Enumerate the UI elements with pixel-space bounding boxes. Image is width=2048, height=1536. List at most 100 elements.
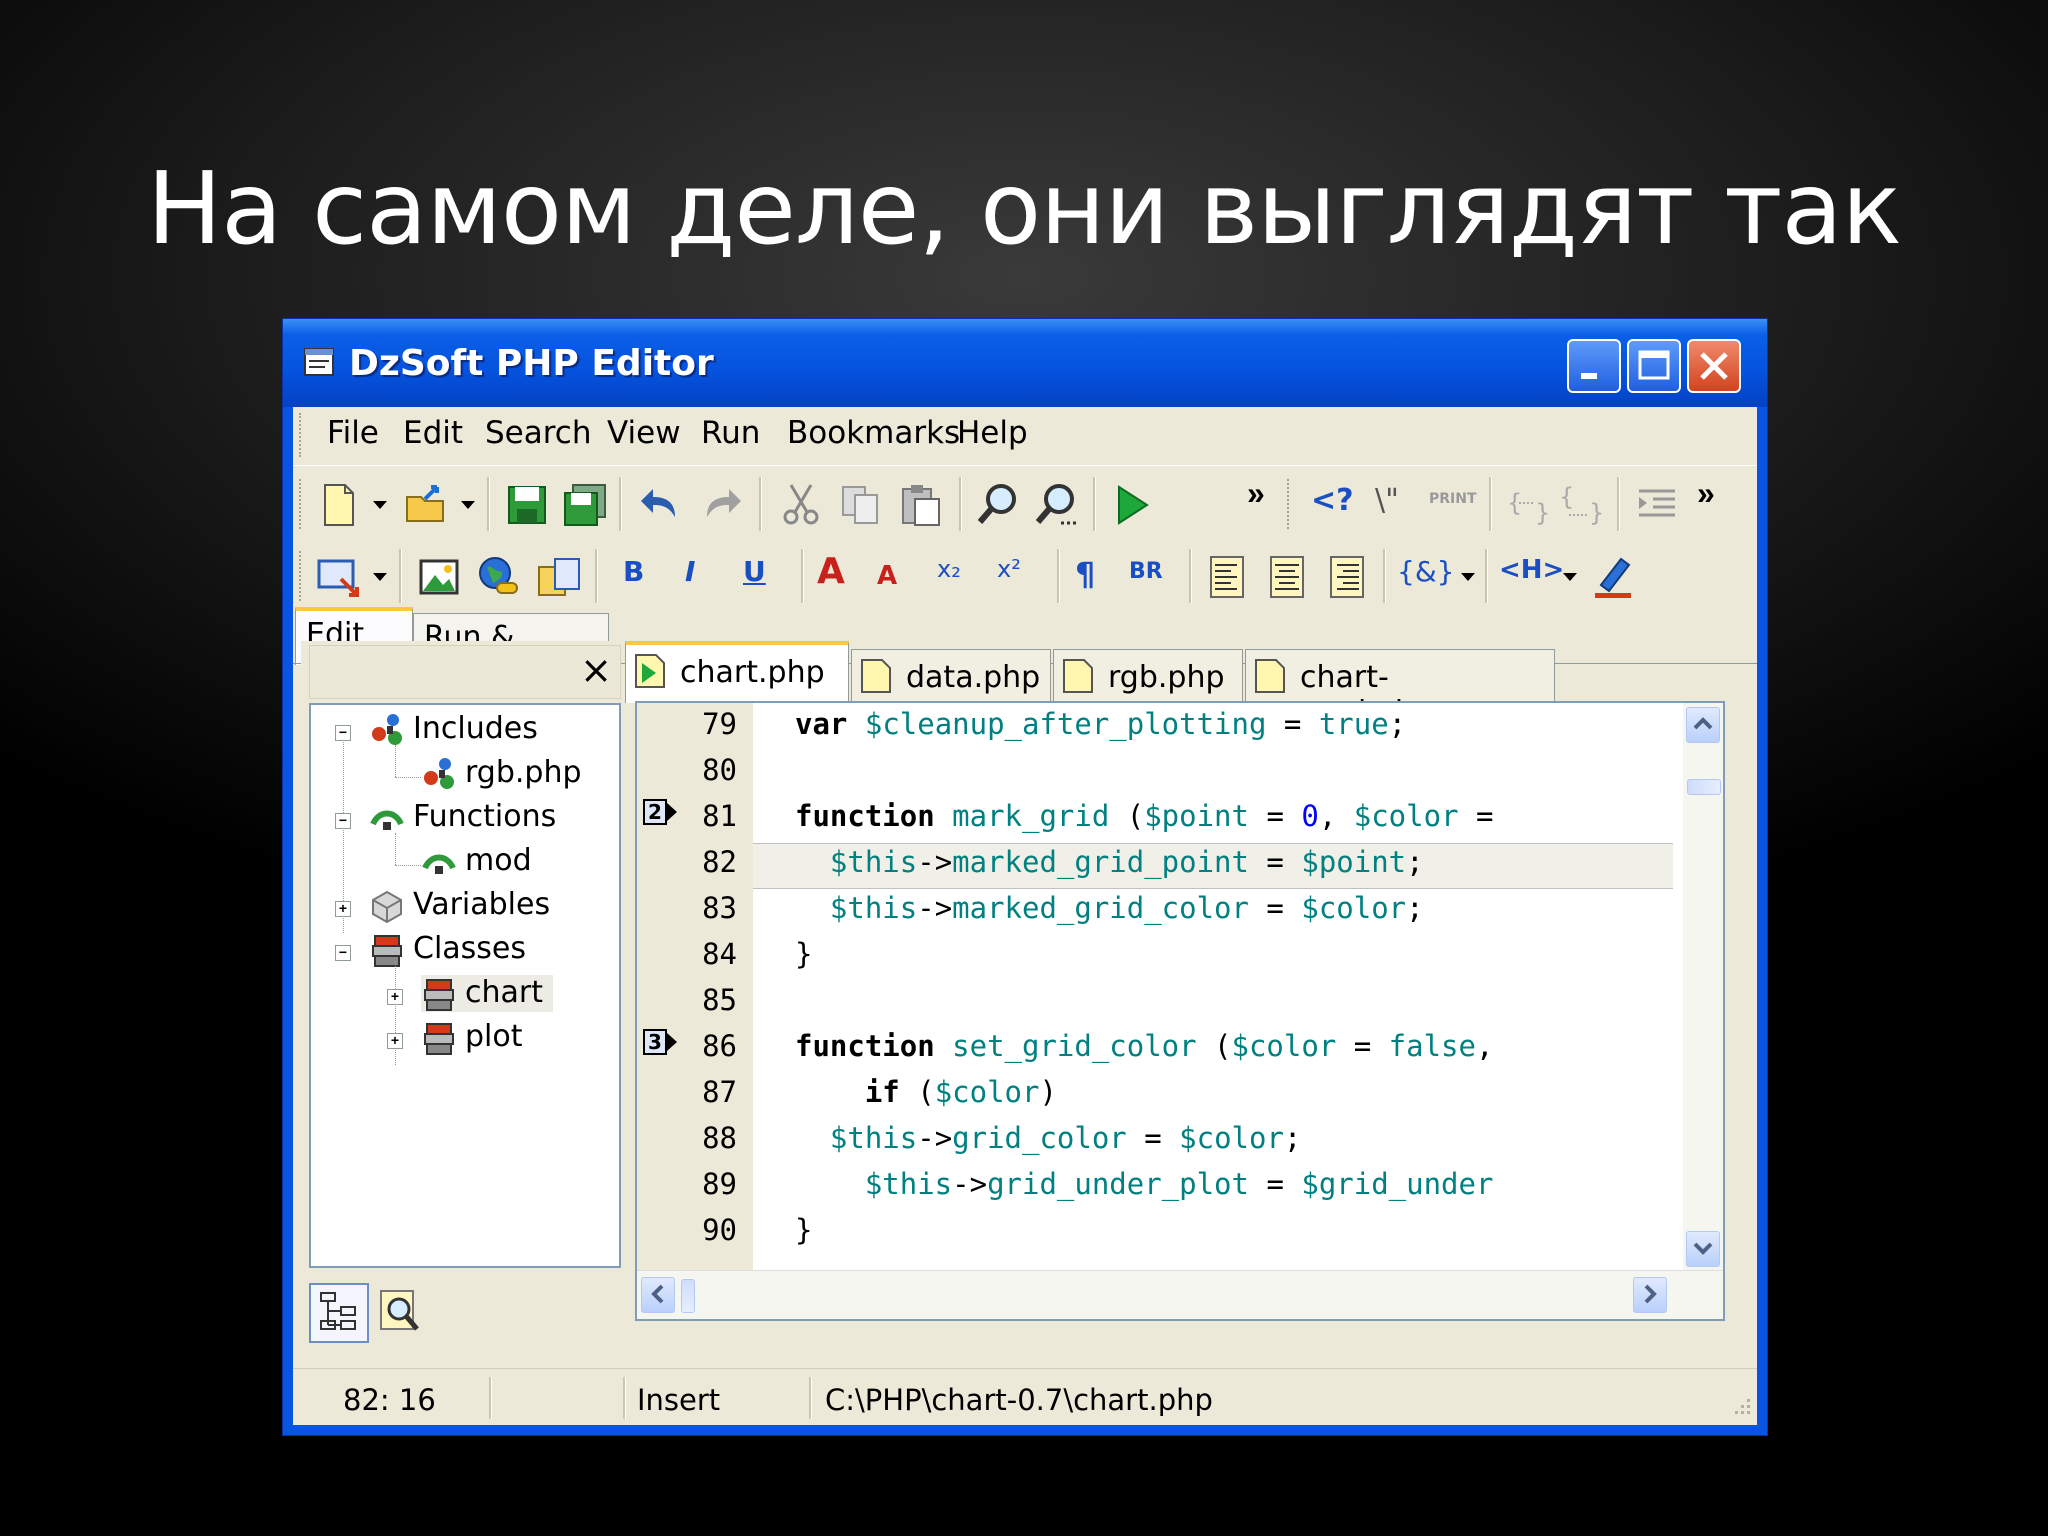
print-button[interactable]: PRINT xyxy=(1429,491,1477,507)
collapse-classes[interactable]: − xyxy=(335,945,351,961)
line-number: 88 xyxy=(702,1121,737,1155)
superscript-button[interactable]: x² xyxy=(997,555,1021,583)
toolbar-grip[interactable] xyxy=(1287,479,1293,529)
tree-node-includes[interactable]: Includes xyxy=(369,711,538,748)
save-all-button[interactable] xyxy=(561,481,609,529)
horizontal-scrollbar[interactable] xyxy=(637,1270,1723,1319)
file-path: C:\PHP\chart-0.7\chart.php xyxy=(825,1383,1213,1417)
entity-button[interactable]: {&} xyxy=(1397,555,1454,588)
line-number: 82 xyxy=(702,845,737,879)
find-next-button[interactable] xyxy=(1033,481,1081,529)
tree-node-chart[interactable]: chart xyxy=(421,975,553,1012)
tree-view-button[interactable] xyxy=(309,1283,369,1343)
copy-button[interactable] xyxy=(837,481,885,529)
menu-grip[interactable] xyxy=(299,413,305,457)
italic-button[interactable]: I xyxy=(685,555,695,588)
color-button[interactable] xyxy=(1589,553,1637,601)
tree-node-variables[interactable]: Variables xyxy=(369,887,550,924)
toolbar-grip[interactable] xyxy=(299,551,305,601)
scroll-up-button[interactable] xyxy=(1686,707,1720,743)
font-bigger-button[interactable]: A xyxy=(817,551,845,592)
tree-node-mod[interactable]: mod xyxy=(421,843,532,880)
paste-button[interactable] xyxy=(897,481,945,529)
expand-plot[interactable]: + xyxy=(387,1033,403,1049)
underline-button[interactable]: U xyxy=(743,555,766,588)
brace-block-icon: {} xyxy=(1507,489,1550,527)
menu-view[interactable]: View xyxy=(607,415,681,451)
menu-run[interactable]: Run xyxy=(701,415,760,451)
code-editor[interactable]: 79 80 2 81 82 83 84 85 3 86 87 88 89 90 … xyxy=(635,701,1725,1321)
tree-node-plot[interactable]: plot xyxy=(421,1019,523,1056)
undo-button[interactable] xyxy=(637,481,685,529)
paragraph-button[interactable]: ¶ xyxy=(1075,555,1095,593)
line-break-button[interactable]: BR xyxy=(1129,559,1163,584)
insert-image-button[interactable] xyxy=(415,553,463,601)
toolbar-separator xyxy=(1489,477,1492,531)
redo-button[interactable] xyxy=(697,481,745,529)
brace-block-button[interactable]: {} xyxy=(1505,481,1553,529)
close-button[interactable] xyxy=(1687,339,1741,393)
new-dropdown-arrow[interactable] xyxy=(373,501,387,509)
file-tab-rgb-php[interactable]: rgb.php xyxy=(1053,649,1243,703)
insert-link-button[interactable] xyxy=(475,553,523,601)
insert-object-button[interactable] xyxy=(535,553,583,601)
toolbar-overflow-chevron[interactable]: » xyxy=(1247,475,1265,512)
toolbar-grip[interactable] xyxy=(299,479,305,529)
insert-tag-dropdown-arrow[interactable] xyxy=(373,573,387,581)
menu-file[interactable]: File xyxy=(327,415,379,451)
new-file-button[interactable] xyxy=(315,481,363,529)
scroll-down-button[interactable] xyxy=(1686,1231,1720,1267)
font-smaller-button[interactable]: A xyxy=(877,561,897,591)
panel-close-button[interactable]: × xyxy=(580,648,612,692)
vertical-scroll-thumb[interactable] xyxy=(1687,779,1721,795)
heading-dropdown-arrow[interactable] xyxy=(1563,573,1577,581)
file-tab-chart-php[interactable]: chart.php xyxy=(625,641,849,703)
menu-search[interactable]: Search xyxy=(485,415,592,451)
menu-edit[interactable]: Edit xyxy=(403,415,463,451)
scroll-left-button[interactable] xyxy=(641,1277,675,1313)
title-bar[interactable]: DzSoft PHP Editor xyxy=(283,319,1767,407)
tree-node-classes[interactable]: Classes xyxy=(369,931,526,968)
align-center-button[interactable] xyxy=(1263,553,1311,601)
maximize-button[interactable] xyxy=(1627,339,1681,393)
align-left-button[interactable] xyxy=(1203,553,1251,601)
minimize-button[interactable] xyxy=(1567,339,1621,393)
insert-tag-button[interactable] xyxy=(315,553,363,601)
cut-button[interactable] xyxy=(777,481,825,529)
code-line-88: $this->grid_color = $color; xyxy=(829,1121,1302,1155)
line-number: 84 xyxy=(702,937,737,971)
vertical-scrollbar[interactable] xyxy=(1683,703,1723,1271)
file-tab-chart-manual-php[interactable]: chart-manual.php xyxy=(1245,649,1555,730)
find-button[interactable] xyxy=(975,481,1023,529)
collapse-functions[interactable]: − xyxy=(335,813,351,829)
scroll-right-button[interactable] xyxy=(1633,1277,1667,1313)
php-tag-button[interactable]: <? xyxy=(1311,483,1354,518)
indent-button[interactable] xyxy=(1633,481,1681,529)
find-next-icon xyxy=(1035,484,1077,525)
heading-button[interactable]: <H> xyxy=(1499,555,1564,585)
file-tab-data-php[interactable]: data.php xyxy=(851,649,1051,703)
collapse-includes[interactable]: − xyxy=(335,725,351,741)
run-button[interactable] xyxy=(1107,481,1155,529)
align-right-button[interactable] xyxy=(1323,553,1371,601)
open-dropdown-arrow[interactable] xyxy=(461,501,475,509)
search-view-button[interactable] xyxy=(375,1287,425,1339)
menu-bookmarks[interactable]: Bookmarks xyxy=(787,415,960,451)
brace-wrap-button[interactable]: {} xyxy=(1557,481,1605,529)
bold-button[interactable]: B xyxy=(623,555,644,588)
tree-node-rgb-php[interactable]: rgb.php xyxy=(421,755,582,792)
tree-node-functions[interactable]: Functions xyxy=(369,799,556,836)
save-button[interactable] xyxy=(503,481,551,529)
entity-dropdown-arrow[interactable] xyxy=(1461,573,1475,581)
php-run-file-icon xyxy=(634,653,666,689)
horizontal-scroll-thumb[interactable] xyxy=(681,1279,695,1313)
subscript-button[interactable]: x₂ xyxy=(937,555,961,583)
menu-help[interactable]: Help xyxy=(957,415,1028,451)
tree-line xyxy=(395,961,396,1065)
toolbar-overflow-chevron-2[interactable]: » xyxy=(1697,475,1715,512)
escape-button[interactable]: \" xyxy=(1375,483,1399,518)
resize-grip[interactable] xyxy=(1727,1395,1753,1421)
expand-variables[interactable]: + xyxy=(335,901,351,917)
open-file-button[interactable] xyxy=(403,481,451,529)
expand-chart[interactable]: + xyxy=(387,989,403,1005)
